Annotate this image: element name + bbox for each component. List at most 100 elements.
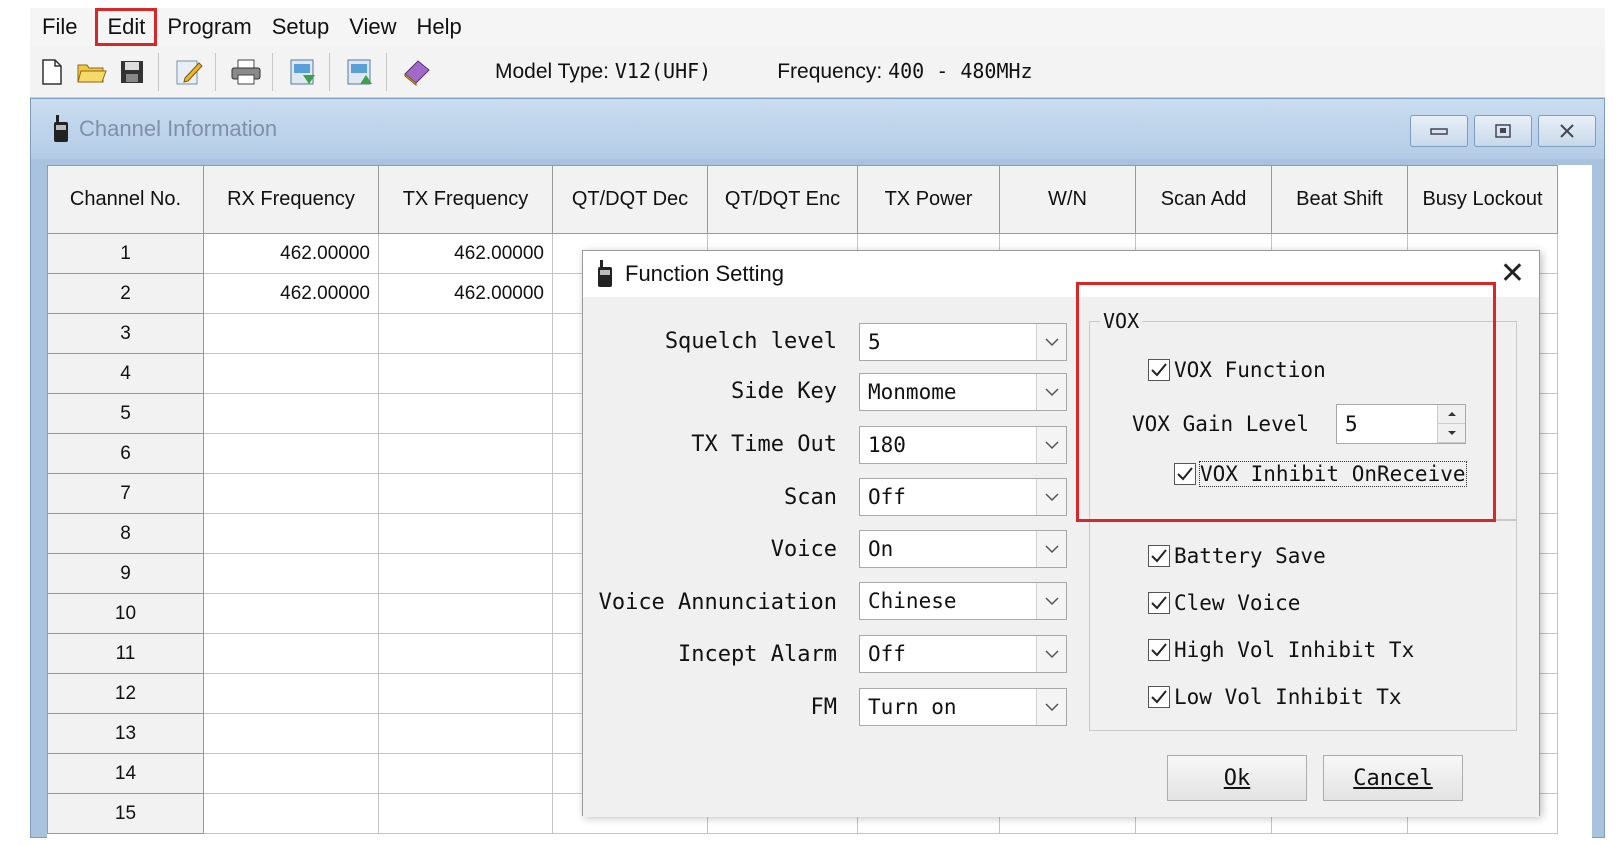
rx-frequency-cell[interactable] [203,473,379,514]
tx-frequency-cell[interactable] [378,673,553,714]
chevron-down-icon[interactable] [1036,427,1066,463]
channel-window-titlebar[interactable]: Channel Information [31,99,1604,159]
vox-inhibit-onreceive-checkbox[interactable]: VOX Inhibit OnReceive [1174,461,1467,487]
scan-select[interactable]: Off [859,478,1067,516]
voice-annunciation-select[interactable]: Chinese [859,582,1067,620]
clew-voice-checkbox[interactable]: Clew Voice [1148,591,1300,615]
vox-function-checkbox[interactable]: VOX Function [1148,358,1326,382]
menu-view[interactable]: View [343,10,410,44]
column-header[interactable]: Busy Lockout [1407,165,1558,234]
channel-number-cell[interactable]: 13 [47,713,204,754]
rx-frequency-cell[interactable] [203,673,379,714]
edit-icon[interactable] [171,54,207,90]
column-header[interactable]: RX Frequency [203,165,379,234]
chevron-down-icon[interactable] [1036,636,1066,672]
channel-number-cell[interactable]: 1 [47,233,204,274]
spin-down-icon[interactable] [1438,424,1465,443]
chevron-down-icon[interactable] [1036,479,1066,515]
rx-frequency-cell[interactable] [203,753,379,794]
tx-frequency-cell[interactable]: 462.00000 [378,233,553,274]
tx-frequency-cell[interactable] [378,393,553,434]
chevron-down-icon[interactable] [1036,374,1066,410]
dialog-titlebar[interactable]: Function Setting ✕ [583,251,1539,297]
column-header[interactable]: TX Power [857,165,1000,234]
column-header[interactable]: TX Frequency [378,165,553,234]
chevron-down-icon[interactable] [1036,689,1066,725]
menu-file[interactable]: File [36,10,91,44]
tx-frequency-cell[interactable] [378,513,553,554]
column-header[interactable]: W/N [999,165,1136,234]
low-vol-inhibit-tx-checkbox[interactable]: Low Vol Inhibit Tx [1148,685,1402,709]
read-radio-icon[interactable] [285,54,321,90]
channel-number-cell[interactable]: 12 [47,673,204,714]
new-file-icon[interactable] [34,54,70,90]
rx-frequency-cell[interactable] [203,793,379,834]
print-icon[interactable] [228,54,264,90]
channel-number-cell[interactable]: 10 [47,593,204,634]
rx-frequency-cell[interactable] [203,513,379,554]
rx-frequency-cell[interactable] [203,433,379,474]
channel-number-cell[interactable]: 6 [47,433,204,474]
ok-button[interactable]: Ok [1167,755,1307,801]
incept-alarm-select[interactable]: Off [859,635,1067,673]
cancel-button[interactable]: Cancel [1323,755,1463,801]
chevron-down-icon[interactable] [1036,324,1066,360]
open-folder-icon[interactable] [74,54,110,90]
tx-frequency-cell[interactable] [378,753,553,794]
chevron-down-icon[interactable] [1036,583,1066,619]
minimize-icon[interactable] [1410,115,1468,147]
rx-frequency-cell[interactable] [203,553,379,594]
rx-frequency-cell[interactable]: 462.00000 [203,233,379,274]
close-icon[interactable] [1538,115,1596,147]
column-header[interactable]: QT/DQT Enc [707,165,858,234]
voice-select[interactable]: On [859,530,1067,568]
restore-icon[interactable] [1474,115,1532,147]
channel-number-cell[interactable]: 2 [47,273,204,314]
tx-frequency-cell[interactable] [378,553,553,594]
tx-frequency-cell[interactable] [378,713,553,754]
battery-save-checkbox[interactable]: Battery Save [1148,544,1326,568]
menu-setup[interactable]: Setup [266,10,344,44]
rx-frequency-cell[interactable] [203,393,379,434]
tx-frequency-cell[interactable] [378,473,553,514]
write-radio-icon[interactable] [342,54,378,90]
menu-edit[interactable]: Edit [95,8,158,46]
channel-number-cell[interactable]: 3 [47,313,204,354]
chevron-down-icon[interactable] [1036,531,1066,567]
tx-frequency-cell[interactable] [378,633,553,674]
vox-gain-level-spinner[interactable]: 5 [1336,404,1466,444]
column-header[interactable]: Channel No. [47,165,204,234]
menu-help[interactable]: Help [411,10,476,44]
column-header[interactable]: Scan Add [1135,165,1272,234]
tx-time-out-select[interactable]: 180 [859,426,1067,464]
rx-frequency-cell[interactable] [203,713,379,754]
rx-frequency-cell[interactable] [203,593,379,634]
tx-frequency-cell[interactable] [378,793,553,834]
squelch-level-select[interactable]: 5 [859,323,1067,361]
about-book-icon[interactable] [399,54,435,90]
channel-number-cell[interactable]: 5 [47,393,204,434]
channel-number-cell[interactable]: 9 [47,553,204,594]
tx-frequency-cell[interactable]: 462.00000 [378,273,553,314]
menu-program[interactable]: Program [161,10,265,44]
channel-number-cell[interactable]: 4 [47,353,204,394]
rx-frequency-cell[interactable]: 462.00000 [203,273,379,314]
close-icon[interactable]: ✕ [1500,259,1525,289]
channel-number-cell[interactable]: 11 [47,633,204,674]
tx-frequency-cell[interactable] [378,593,553,634]
save-icon[interactable] [114,54,150,90]
rx-frequency-cell[interactable] [203,313,379,354]
rx-frequency-cell[interactable] [203,353,379,394]
column-header[interactable]: Beat Shift [1271,165,1408,234]
high-vol-inhibit-tx-checkbox[interactable]: High Vol Inhibit Tx [1148,638,1414,662]
column-header[interactable]: QT/DQT Dec [552,165,708,234]
tx-frequency-cell[interactable] [378,353,553,394]
channel-number-cell[interactable]: 7 [47,473,204,514]
channel-number-cell[interactable]: 15 [47,793,204,834]
side-key-select[interactable]: Monmome [859,373,1067,411]
fm-select[interactable]: Turn on [859,688,1067,726]
tx-frequency-cell[interactable] [378,433,553,474]
tx-frequency-cell[interactable] [378,313,553,354]
channel-number-cell[interactable]: 14 [47,753,204,794]
spin-up-icon[interactable] [1438,405,1465,424]
